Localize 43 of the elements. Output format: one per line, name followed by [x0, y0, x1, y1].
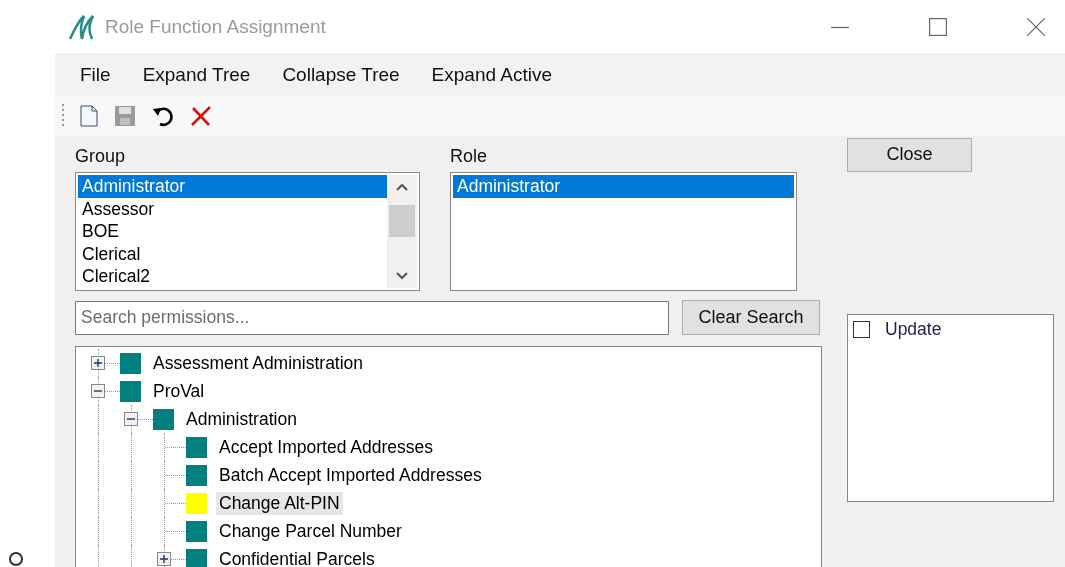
undo-icon[interactable]: [152, 105, 174, 127]
scrollbar[interactable]: [387, 175, 417, 288]
tree-item[interactable]: Accept Imported Addresses: [216, 435, 436, 459]
menu-item[interactable]: Expand Tree: [142, 63, 251, 86]
collapse-icon[interactable]: [91, 384, 105, 398]
list-item[interactable]: Administrator: [78, 175, 387, 198]
collapse-icon[interactable]: [124, 412, 138, 426]
close-icon[interactable]: [1027, 17, 1045, 36]
list-box[interactable]: Administrator: [450, 172, 797, 291]
circle-icon: [9, 552, 23, 566]
app-logo-icon: [68, 12, 96, 41]
close-button[interactable]: Close: [847, 137, 972, 172]
maximize-icon[interactable]: [929, 17, 947, 36]
tree-item[interactable]: ProVal: [150, 379, 208, 403]
tree-item[interactable]: Change Parcel Number: [216, 519, 405, 543]
tree-item[interactable]: Confidential Parcels: [216, 547, 378, 567]
chevron-up-icon[interactable]: [396, 183, 408, 191]
menu-item[interactable]: Expand Active: [431, 63, 553, 86]
list-item[interactable]: Clerical2: [78, 265, 387, 288]
checkbox-label[interactable]: Update: [885, 318, 942, 340]
document-icon[interactable]: [80, 105, 98, 127]
tree-item[interactable]: Administration: [183, 407, 300, 431]
scrollbar-thumb[interactable]: [389, 204, 415, 237]
tree-item[interactable]: Change Alt-PIN: [216, 491, 343, 515]
window-title: Role Function Assignment: [105, 15, 327, 38]
checkbox[interactable]: [853, 320, 870, 338]
list-box[interactable]: Administrator Assessor BOE Clerical Clerical2: [75, 172, 420, 291]
list-item[interactable]: BOE: [78, 220, 387, 243]
expand-icon[interactable]: [157, 552, 171, 566]
menu-item[interactable]: File: [80, 63, 111, 86]
clear-search-button[interactable]: Clear Search: [682, 300, 820, 335]
tree-item[interactable]: Batch Accept Imported Addresses: [216, 463, 485, 487]
list-label: Role: [450, 146, 489, 168]
list-item[interactable]: Assessor: [78, 197, 387, 220]
list-label: Group: [75, 146, 127, 168]
list-item[interactable]: Clerical: [78, 242, 387, 265]
tree-item[interactable]: Assessment Administration: [150, 351, 367, 375]
expand-icon[interactable]: [91, 356, 105, 370]
list-item[interactable]: Administrator: [453, 175, 794, 198]
chevron-down-icon[interactable]: [396, 272, 408, 280]
menu-item[interactable]: Collapse Tree: [282, 63, 400, 86]
search-field[interactable]: Search permissions...: [75, 300, 669, 335]
delete-icon[interactable]: [190, 105, 212, 127]
